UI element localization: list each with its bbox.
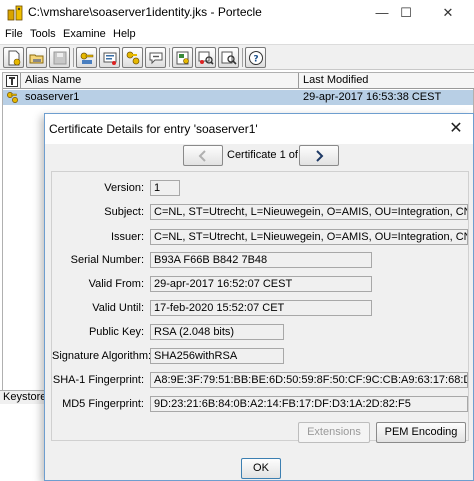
new-keystore-icon (8, 50, 21, 66)
examine-crl-button[interactable] (218, 47, 239, 68)
chevron-left-icon (198, 150, 206, 162)
issuer-label: Issuer: (110, 231, 144, 243)
next-certificate-button[interactable] (299, 145, 339, 166)
window-title-bar: C:\vmshare\soaserver1identity.jks - Port… (0, 0, 474, 26)
svg-text:?: ? (253, 55, 258, 65)
examine-certificate-button[interactable] (195, 47, 216, 68)
status-bar: Keystore (0, 390, 44, 404)
version-label: Version: (104, 182, 144, 194)
dialog-title: Certificate Details for entry 'soaserver… (49, 122, 258, 136)
keypair-entry-icon (6, 91, 19, 107)
toolbar-separator (169, 48, 170, 67)
import-certificate-icon (103, 52, 117, 65)
import-keypair-icon (126, 51, 140, 65)
table-row[interactable]: soaserver1 29-apr-2017 16:53:38 CEST (3, 90, 473, 105)
save-keystore-button[interactable] (49, 47, 70, 68)
table-header-icon (6, 75, 18, 87)
open-keystore-button[interactable] (26, 47, 47, 68)
valid-until-label: Valid Until: (92, 302, 144, 314)
signature-algorithm-field[interactable]: SHA256withRSA (150, 348, 284, 364)
menu-tools[interactable]: Tools (30, 28, 56, 40)
generate-keypair-icon (80, 52, 94, 64)
toolbar-separator (242, 48, 243, 67)
keystore-report-icon (176, 51, 189, 65)
issuer-field[interactable]: C=NL, ST=Utrecht, L=Nieuwegein, O=AMIS, … (150, 229, 468, 245)
md5-fingerprint-field[interactable]: 9D:23:21:6B:84:0B:A2:14:FB:17:DF:D3:1A:2… (150, 396, 468, 412)
dialog-close-button[interactable]: ✕ (445, 118, 467, 140)
open-keystore-icon (29, 54, 44, 64)
toolbar-separator (73, 48, 74, 67)
help-button[interactable]: ? (245, 47, 266, 68)
import-certificate-button[interactable] (99, 47, 120, 68)
subject-field[interactable]: C=NL, ST=Utrecht, L=Nieuwegein, O=AMIS, … (150, 204, 468, 220)
alias-name-column-header[interactable]: Alias Name (21, 73, 299, 89)
certificate-details-dialog: Certificate Details for entry 'soaserver… (44, 113, 474, 481)
sha1-fingerprint-label: SHA-1 Fingerprint: (52, 374, 144, 386)
background-area (0, 405, 44, 481)
menu-bar: File Tools Examine Help (0, 27, 474, 43)
help-icon: ? (249, 51, 263, 65)
valid-from-label: Valid From: (88, 278, 144, 290)
set-password-button[interactable] (145, 47, 166, 68)
menu-examine[interactable]: Examine (63, 28, 106, 40)
ok-button[interactable]: OK (241, 458, 281, 479)
valid-until-field[interactable]: 17-feb-2020 15:52:07 CET (150, 300, 372, 316)
valid-from-field[interactable]: 29-apr-2017 16:52:07 CEST (150, 276, 372, 292)
certificate-fields-panel: Version: 1 Subject: C=NL, ST=Utrecht, L=… (51, 171, 469, 443)
toolbar: ? (0, 44, 474, 70)
serial-number-label: Serial Number: (70, 254, 144, 266)
maximize-button[interactable]: ☐ (390, 2, 422, 24)
menu-file[interactable]: File (5, 28, 23, 40)
examine-crl-icon (221, 51, 237, 65)
new-keystore-button[interactable] (3, 47, 24, 68)
set-password-icon (149, 52, 163, 65)
public-key-field[interactable]: RSA (2.048 bits) (150, 324, 284, 340)
save-keystore-icon (53, 51, 67, 65)
window-close-button[interactable]: ✕ (432, 2, 464, 24)
subject-label: Subject: (104, 206, 144, 218)
previous-certificate-button[interactable] (183, 145, 223, 166)
dialog-title-bar: Certificate Details for entry 'soaserver… (45, 114, 473, 144)
signature-algorithm-label: Signature Algorithm: (52, 350, 152, 362)
last-modified-cell: 29-apr-2017 16:53:38 CEST (303, 91, 442, 103)
version-field[interactable]: 1 (150, 180, 180, 196)
keystore-report-button[interactable] (172, 47, 193, 68)
examine-certificate-icon (198, 51, 214, 65)
serial-number-field[interactable]: B93A F66B B842 7B48 (150, 252, 372, 268)
portecle-app-icon (7, 5, 23, 21)
certificate-index-label: Certificate 1 of 2 (227, 149, 308, 161)
menu-help[interactable]: Help (113, 28, 136, 40)
md5-fingerprint-label: MD5 Fingerprint: (62, 398, 144, 410)
last-modified-column-header[interactable]: Last Modified (299, 73, 474, 89)
extensions-button[interactable]: Extensions (298, 422, 370, 443)
alias-cell: soaserver1 (25, 91, 80, 103)
window-title: C:\vmshare\soaserver1identity.jks - Port… (28, 5, 262, 19)
sha1-fingerprint-field[interactable]: A8:9E:3F:79:51:BB:BE:6D:50:59:8F:50:CF:9… (150, 372, 468, 388)
generate-keypair-button[interactable] (76, 47, 97, 68)
chevron-right-icon (316, 150, 324, 162)
pem-encoding-button[interactable]: PEM Encoding (376, 422, 466, 443)
entry-type-column-header[interactable] (3, 73, 21, 89)
public-key-label: Public Key: (88, 326, 144, 338)
import-keypair-button[interactable] (122, 47, 143, 68)
